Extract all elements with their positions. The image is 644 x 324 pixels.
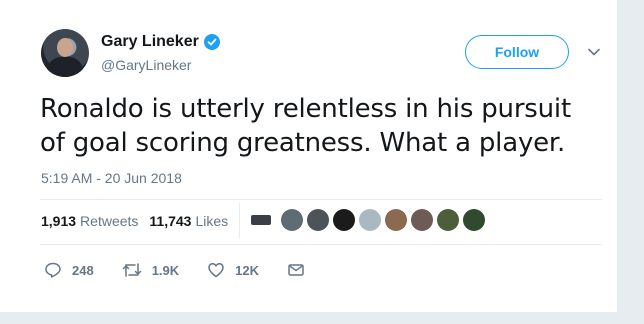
reply-action[interactable]: 248 bbox=[44, 261, 94, 279]
liker-avatar[interactable] bbox=[385, 209, 407, 231]
liker-avatar[interactable] bbox=[437, 209, 459, 231]
like-action[interactable]: 12K bbox=[207, 261, 259, 279]
direct-message-action[interactable] bbox=[287, 261, 315, 279]
liker-avatar[interactable] bbox=[307, 209, 329, 231]
heart-icon bbox=[208, 262, 224, 278]
liker-avatar[interactable] bbox=[359, 209, 381, 231]
stats-separator bbox=[239, 203, 240, 239]
liker-avatar[interactable] bbox=[281, 209, 303, 231]
liker-avatar[interactable] bbox=[251, 215, 271, 225]
user-handle[interactable]: @GaryLineker bbox=[101, 57, 191, 73]
liker-avatars bbox=[251, 209, 489, 231]
retweet-count: 1.9K bbox=[151, 262, 180, 278]
action-bar: 248 1.9K 12K bbox=[44, 261, 343, 279]
tweet-text: Ronaldo is utterly relentless in his pur… bbox=[40, 94, 571, 158]
reply-count: 248 bbox=[72, 262, 94, 278]
envelope-icon bbox=[288, 264, 304, 276]
retweets-count[interactable]: 1,913 bbox=[41, 213, 76, 229]
display-name[interactable]: Gary Lineker bbox=[101, 33, 199, 51]
name-row: Gary Lineker bbox=[101, 33, 220, 51]
tweet-timestamp[interactable]: 5:19 AM - 20 Jun 2018 bbox=[41, 170, 182, 186]
follow-button[interactable]: Follow bbox=[465, 35, 569, 69]
chevron-down-icon[interactable] bbox=[586, 44, 602, 60]
retweet-icon bbox=[122, 263, 141, 277]
liker-avatar[interactable] bbox=[411, 209, 433, 231]
retweet-action[interactable]: 1.9K bbox=[122, 261, 179, 279]
liker-avatar[interactable] bbox=[463, 209, 485, 231]
tweet-card: Gary Lineker @GaryLineker Follow Ronaldo… bbox=[0, 0, 618, 313]
divider-bottom bbox=[40, 244, 602, 245]
avatar[interactable] bbox=[41, 29, 89, 77]
verified-badge-icon bbox=[203, 34, 220, 50]
likes-label[interactable]: Likes bbox=[195, 213, 228, 229]
like-count: 12K bbox=[235, 262, 260, 278]
retweets-label[interactable]: Retweets bbox=[80, 213, 138, 229]
tweet-stats: 1,913 Retweets 11,743 Likes bbox=[41, 213, 239, 229]
divider-top bbox=[40, 199, 602, 200]
avatar-suit bbox=[47, 57, 83, 77]
liker-avatar[interactable] bbox=[333, 209, 355, 231]
reply-icon bbox=[45, 262, 61, 278]
likes-count[interactable]: 11,743 bbox=[149, 213, 191, 229]
avatar-face bbox=[57, 38, 73, 57]
